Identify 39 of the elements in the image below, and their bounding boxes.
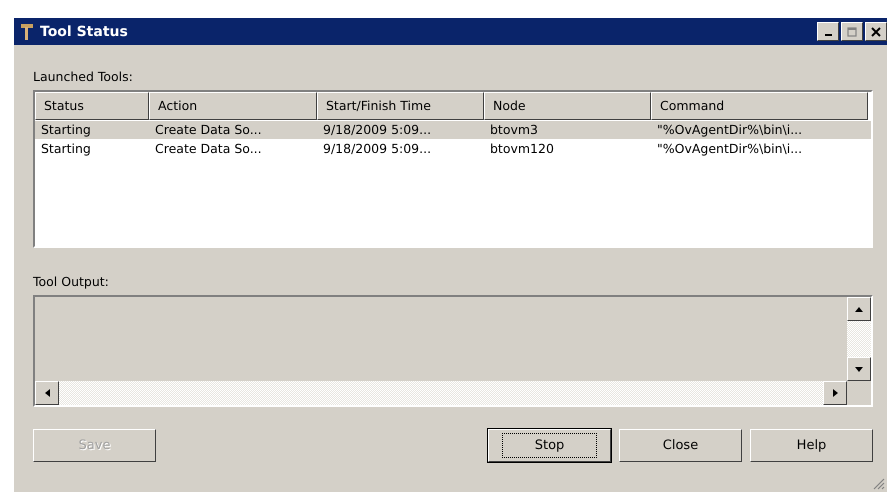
left-arrow-icon: [44, 389, 50, 397]
table-cell-text: btovm3: [489, 121, 540, 139]
minimize-icon: [824, 34, 832, 36]
window-title: Tool Status: [40, 24, 129, 40]
hammer-icon: [20, 22, 34, 40]
table-cell-text: btovm120: [489, 140, 555, 158]
scroll-down-button[interactable]: [847, 357, 871, 381]
dialog-button[interactable]: Help: [750, 429, 873, 462]
table-cell-text: "%OvAgentDir%\bin\i...: [656, 140, 804, 158]
column-header[interactable]: Action: [149, 92, 317, 120]
column-header[interactable]: Command: [651, 92, 868, 120]
close-button[interactable]: [865, 22, 887, 41]
column-header[interactable]: Node: [484, 92, 651, 120]
list-row[interactable]: Starting Create Data So... 9/18/2009 5:09... btovm120 "%OvAgentDir%\bin\i...: [35, 140, 871, 158]
scroll-up-button[interactable]: [847, 297, 871, 321]
table-cell-text: Starting: [40, 121, 92, 139]
table-cell-text: Create Data So...: [154, 140, 263, 158]
launched-tools-label: Launched Tools:: [33, 69, 134, 84]
list-row[interactable]: Starting Create Data So... 9/18/2009 5:09... btovm3 "%OvAgentDir%\bin\i...: [35, 121, 871, 139]
dialog-button[interactable]: Stop: [488, 429, 611, 462]
table-cell-text: 9/18/2009 5:09...: [322, 140, 432, 158]
table-cell-text: Create Data So...: [154, 121, 263, 139]
table-cell-text: 9/18/2009 5:09...: [322, 121, 432, 139]
minimize-button[interactable]: [817, 22, 839, 41]
down-arrow-icon: [855, 366, 863, 372]
scroll-left-button[interactable]: [35, 381, 59, 405]
maximize-icon: [846, 26, 858, 36]
tool-output-label: Tool Output:: [33, 274, 110, 289]
table-cell-text: "%OvAgentDir%\bin\i...: [656, 121, 804, 139]
up-arrow-icon: [855, 306, 863, 312]
column-header[interactable]: Status: [35, 92, 149, 120]
scroll-right-button[interactable]: [823, 381, 847, 405]
column-header[interactable]: Start/Finish Time: [317, 92, 484, 120]
resize-grip-icon[interactable]: [873, 478, 885, 490]
right-arrow-icon: [832, 389, 838, 397]
dialog-button[interactable]: Close: [619, 429, 742, 462]
maximize-button[interactable]: [841, 22, 863, 41]
close-icon: [871, 26, 881, 36]
table-cell-text: Starting: [40, 140, 92, 158]
